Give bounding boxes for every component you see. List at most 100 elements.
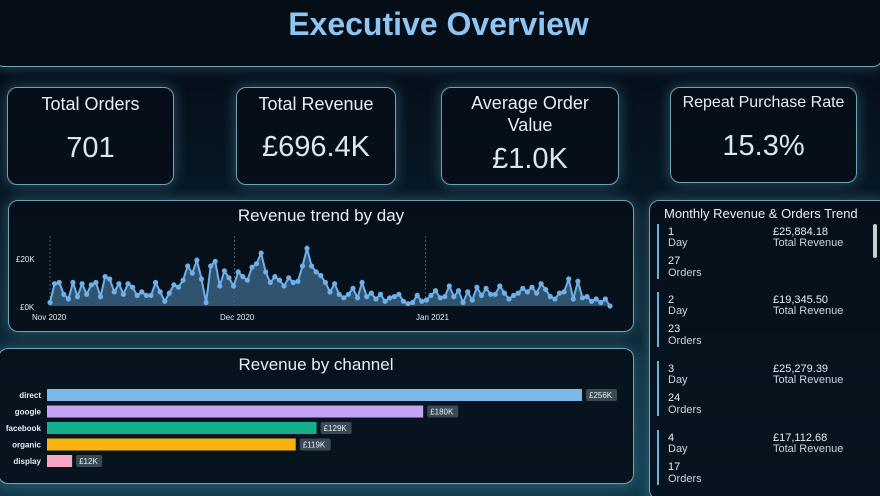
revenue-point[interactable] bbox=[171, 282, 177, 288]
revenue-point[interactable] bbox=[153, 279, 159, 286]
revenue-point[interactable] bbox=[88, 282, 94, 288]
revenue-point[interactable] bbox=[414, 292, 420, 298]
revenue-point[interactable] bbox=[111, 289, 117, 295]
revenue-point[interactable] bbox=[446, 283, 452, 289]
revenue-point[interactable] bbox=[258, 250, 264, 256]
revenue-point[interactable] bbox=[166, 290, 172, 296]
revenue-point[interactable] bbox=[428, 292, 434, 298]
revenue-point[interactable] bbox=[423, 297, 429, 303]
revenue-point[interactable] bbox=[93, 279, 99, 286]
revenue-point[interactable] bbox=[322, 279, 328, 286]
revenue-point[interactable] bbox=[584, 294, 590, 300]
revenue-point[interactable] bbox=[345, 291, 351, 297]
revenue-point[interactable] bbox=[318, 272, 324, 279]
revenue-point[interactable] bbox=[511, 292, 517, 298]
revenue-point[interactable] bbox=[442, 294, 448, 300]
revenue-point[interactable] bbox=[373, 296, 379, 302]
revenue-point[interactable] bbox=[244, 277, 250, 283]
revenue-point[interactable] bbox=[350, 285, 356, 291]
revenue-point[interactable] bbox=[157, 289, 163, 295]
revenue-point[interactable] bbox=[84, 291, 90, 297]
revenue-point[interactable] bbox=[419, 298, 425, 304]
revenue-point[interactable] bbox=[400, 298, 406, 304]
revenue-point[interactable] bbox=[547, 294, 553, 300]
revenue-point[interactable] bbox=[221, 268, 227, 274]
revenue-point[interactable] bbox=[203, 299, 209, 306]
revenue-point[interactable] bbox=[410, 299, 416, 306]
revenue-point[interactable] bbox=[460, 299, 466, 306]
revenue-point[interactable] bbox=[501, 290, 507, 296]
revenue-point[interactable] bbox=[56, 279, 62, 286]
revenue-point[interactable] bbox=[469, 297, 475, 303]
revenue-point[interactable] bbox=[607, 303, 613, 309]
revenue-point[interactable] bbox=[125, 281, 131, 287]
revenue-point[interactable] bbox=[396, 291, 402, 297]
revenue-point[interactable] bbox=[520, 285, 526, 291]
revenue-point[interactable] bbox=[240, 274, 246, 280]
channel-bar-facebook[interactable] bbox=[47, 422, 317, 434]
revenue-point[interactable] bbox=[483, 285, 489, 291]
revenue-point[interactable] bbox=[534, 290, 540, 296]
revenue-point[interactable] bbox=[391, 294, 397, 300]
revenue-point[interactable] bbox=[602, 296, 609, 302]
revenue-point[interactable] bbox=[175, 284, 182, 290]
revenue-point[interactable] bbox=[359, 279, 365, 286]
revenue-point[interactable] bbox=[515, 290, 521, 296]
revenue-point[interactable] bbox=[116, 281, 122, 287]
revenue-point[interactable] bbox=[267, 279, 273, 286]
revenue-point[interactable] bbox=[107, 276, 113, 282]
revenue-point[interactable] bbox=[185, 263, 191, 269]
revenue-point[interactable] bbox=[295, 278, 301, 284]
revenue-point[interactable] bbox=[120, 291, 126, 297]
revenue-point[interactable] bbox=[478, 292, 485, 298]
revenue-point[interactable] bbox=[309, 263, 315, 269]
revenue-point[interactable] bbox=[455, 288, 462, 294]
revenue-point[interactable] bbox=[162, 298, 168, 304]
revenue-point[interactable] bbox=[194, 257, 200, 263]
revenue-point[interactable] bbox=[304, 245, 310, 251]
revenue-point[interactable] bbox=[561, 289, 567, 295]
channel-bar-display[interactable] bbox=[47, 455, 73, 467]
revenue-point[interactable] bbox=[543, 286, 549, 293]
revenue-point[interactable] bbox=[368, 290, 374, 296]
revenue-point[interactable] bbox=[272, 274, 278, 280]
revenue-point[interactable] bbox=[497, 283, 503, 289]
revenue-point[interactable] bbox=[556, 290, 563, 296]
revenue-point[interactable] bbox=[212, 258, 218, 264]
revenue-point[interactable] bbox=[143, 292, 149, 298]
revenue-point[interactable] bbox=[341, 295, 347, 301]
revenue-point[interactable] bbox=[235, 269, 241, 275]
channel-bar-direct[interactable] bbox=[47, 389, 582, 401]
revenue-point[interactable] bbox=[382, 298, 388, 304]
revenue-point[interactable] bbox=[74, 294, 81, 300]
revenue-point[interactable] bbox=[405, 301, 411, 307]
revenue-point[interactable] bbox=[180, 277, 186, 283]
revenue-point[interactable] bbox=[437, 295, 443, 301]
revenue-point[interactable] bbox=[387, 295, 393, 301]
revenue-point[interactable] bbox=[552, 296, 558, 302]
revenue-point[interactable] bbox=[226, 275, 232, 281]
revenue-point[interactable] bbox=[79, 281, 85, 287]
revenue-point[interactable] bbox=[524, 289, 531, 295]
revenue-point[interactable] bbox=[281, 283, 287, 289]
revenue-point[interactable] bbox=[263, 269, 269, 275]
revenue-point[interactable] bbox=[474, 284, 480, 290]
revenue-point[interactable] bbox=[290, 279, 296, 286]
revenue-point[interactable] bbox=[52, 281, 58, 287]
channel-bar-organic[interactable] bbox=[47, 438, 296, 451]
revenue-point[interactable] bbox=[70, 279, 76, 286]
revenue-point[interactable] bbox=[377, 291, 384, 297]
revenue-point[interactable] bbox=[327, 289, 333, 295]
revenue-point[interactable] bbox=[570, 296, 576, 302]
revenue-point[interactable] bbox=[134, 292, 140, 298]
revenue-point[interactable] bbox=[575, 278, 581, 284]
revenue-point[interactable] bbox=[198, 276, 205, 282]
revenue-point[interactable] bbox=[189, 270, 195, 276]
revenue-point[interactable] bbox=[313, 269, 319, 275]
revenue-point[interactable] bbox=[332, 281, 338, 287]
scrollbar-thumb[interactable] bbox=[873, 224, 877, 258]
revenue-point[interactable] bbox=[65, 296, 71, 302]
revenue-point[interactable] bbox=[47, 299, 53, 306]
revenue-point[interactable] bbox=[61, 291, 67, 297]
revenue-point[interactable] bbox=[299, 263, 306, 269]
